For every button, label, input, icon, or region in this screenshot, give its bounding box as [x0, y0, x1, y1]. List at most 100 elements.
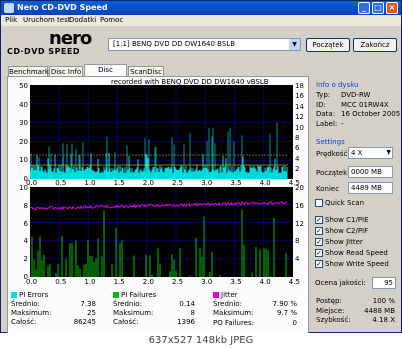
x-tick-label: 4.0	[259, 179, 271, 187]
x-tick-label: 1.5	[113, 278, 125, 286]
pi_failures-stat-value: 8	[190, 309, 195, 317]
show-option-label: Show Read Speed	[325, 249, 388, 257]
y2-tick-label: 10	[295, 123, 304, 132]
y-tick-label: 50	[19, 82, 28, 90]
menu-pomoc[interactable]: Pomoc	[100, 15, 123, 26]
progress-value: 4.18 X	[372, 316, 395, 324]
check-icon: ✓	[315, 249, 323, 257]
check-icon: ✓	[315, 238, 323, 246]
speed-label: Prędkość	[316, 150, 348, 158]
y-tick-label: 8	[23, 201, 28, 210]
menu-plik[interactable]: Plik	[5, 15, 17, 26]
check-icon: ✓	[315, 216, 323, 224]
close-button[interactable]: Zakończ	[353, 38, 397, 52]
legend-swatch	[213, 292, 219, 298]
menu-dodatki[interactable]: Dodatki	[69, 15, 96, 26]
quick-scan-label: Quick Scan	[325, 199, 365, 207]
x-tick-label: 0.0	[26, 278, 38, 286]
title-bar: Nero CD-DVD Speed _ □ ×	[1, 1, 401, 15]
start-label: Początek	[316, 169, 348, 177]
quality-score: 95	[372, 277, 396, 289]
y2-tick-label: 4	[295, 255, 300, 264]
show-option-checkbox[interactable]: ✓ Show Write Speed	[315, 260, 389, 269]
menu-bar: Plik Uruchom test Dodatki Pomoc	[1, 15, 401, 26]
y2-tick-label: 12	[295, 219, 304, 228]
x-tick-label: 1.0	[84, 179, 96, 187]
quality-label: Ocena jakości:	[315, 279, 366, 287]
drive-select-value: [1:1] BENQ DVD DD DW1640 BSLB	[113, 40, 236, 48]
x-tick-label: 3.5	[230, 278, 242, 286]
y-tick-label: 30	[19, 119, 28, 128]
x-tick-label: 2.5	[172, 278, 184, 286]
pi_errors-stat-value: 25	[87, 309, 96, 317]
po-failures-value: 0	[292, 319, 297, 327]
speed-select[interactable]: 4 X ▼	[348, 147, 393, 159]
show-option-label: Show Jitter	[325, 238, 363, 246]
y-tick-label: 20	[19, 137, 28, 146]
settings-title: Settings	[315, 138, 346, 146]
x-tick-label: 2.0	[142, 278, 154, 286]
jitter-title: Jitter	[213, 291, 238, 300]
disc-info-key: Typ:	[316, 91, 331, 99]
pi_failures-stat-value: 0.14	[179, 300, 195, 308]
nero-logo: nero CD·DVD SPEED	[7, 28, 92, 56]
chart-caption: recorded with BENQ DVD DD DW1640 vBSLB	[111, 78, 269, 86]
y-tick-label: 10	[19, 156, 28, 165]
x-tick-label: 3.0	[201, 278, 213, 286]
x-tick-label: 0.5	[55, 179, 67, 187]
x-tick-label: 3.5	[230, 179, 242, 187]
pi_errors-title: PI Errors	[11, 291, 48, 300]
close-icon[interactable]: ×	[386, 2, 398, 14]
y2-tick-label: 18	[295, 82, 304, 90]
pi_failures-title: PI Failures	[113, 291, 156, 300]
chevron-down-icon: ▼	[386, 149, 391, 156]
progress-value: 100 %	[372, 297, 395, 305]
y2-tick-label: 6	[295, 144, 300, 153]
y-tick-label: 2	[23, 255, 28, 264]
legend-swatch	[113, 292, 119, 298]
x-tick-label: 4.5	[288, 278, 300, 286]
progress-value: 4488 MB	[364, 306, 395, 315]
show-option-checkbox[interactable]: ✓ Show Read Speed	[315, 249, 388, 258]
show-option-checkbox[interactable]: ✓ Show Jitter	[315, 238, 363, 247]
y2-tick-label: 16	[295, 92, 304, 101]
app-window: Nero CD-DVD Speed _ □ × Plik Uruchom tes…	[0, 0, 402, 335]
check-icon: ✓	[315, 227, 323, 235]
disc-info-value: DVD-RW	[341, 91, 371, 99]
start-field[interactable]: 0000 MB	[348, 166, 393, 178]
jitter-stat-value: 7.90 %	[272, 300, 297, 308]
minimize-icon[interactable]: _	[358, 2, 370, 14]
drive-select[interactable]: [1:1] BENQ DVD DD DW1640 BSLB ▼	[108, 38, 301, 51]
start-button[interactable]: Początek	[306, 38, 350, 52]
jitter-stat-value: 9.7 %	[276, 309, 297, 317]
pi_errors-stat-value: 86245	[73, 318, 96, 326]
pi_failures-stat-value: 1396	[177, 318, 195, 326]
y2-tick-label: 2	[295, 165, 300, 174]
end-label: Koniec	[316, 185, 340, 193]
y2-tick-label: 12	[295, 113, 304, 122]
legend-swatch	[11, 292, 17, 298]
check-icon: ✓	[315, 260, 323, 268]
pi-errors-plot	[30, 85, 293, 179]
y2-tick-label: 8	[295, 134, 300, 142]
disc-info-value: MCC 01RW4X	[341, 100, 389, 109]
quick-scan-checkbox[interactable]: Quick Scan	[315, 199, 364, 208]
pi-failures-chart	[30, 187, 293, 277]
y2-tick-label: 16	[295, 201, 304, 210]
show-option-checkbox[interactable]: ✓ Show C2/PIF	[315, 227, 368, 236]
pi_errors-stat-value: 7.38	[80, 300, 96, 308]
x-tick-label: 1.5	[113, 179, 125, 187]
end-field[interactable]: 4489 MB	[348, 182, 393, 194]
show-option-label: Show C2/PIF	[325, 227, 369, 235]
show-option-label: Show C1/PIE	[325, 216, 369, 224]
speed-value: 4 X	[351, 149, 363, 157]
y2-tick-label: 8	[295, 237, 300, 246]
menu-uruchom-test[interactable]: Uruchom test	[23, 15, 71, 26]
app-icon	[4, 3, 14, 13]
y-tick-label: 4	[23, 237, 28, 246]
pi-failures-plot	[30, 187, 293, 277]
show-option-checkbox[interactable]: ✓ Show C1/PIE	[315, 216, 369, 225]
chevron-down-icon[interactable]: ▼	[289, 39, 300, 50]
y2-tick-label: 14	[295, 102, 304, 111]
maximize-icon[interactable]: □	[372, 2, 384, 14]
